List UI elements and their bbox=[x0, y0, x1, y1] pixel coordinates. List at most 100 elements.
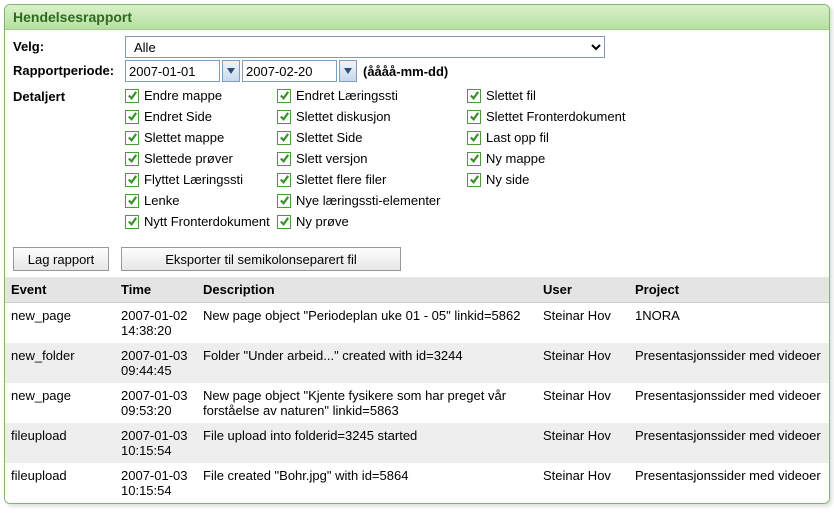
cell-time: 2007-01-02 14:38:20 bbox=[115, 303, 197, 344]
checkbox-label: Slettet Side bbox=[296, 130, 363, 145]
checkbox-label: Nytt Fronterdokument bbox=[144, 214, 270, 229]
checkbox-item[interactable]: Slettet diskusjon bbox=[277, 109, 467, 124]
checkbox-icon[interactable] bbox=[125, 173, 139, 187]
cell-user: Steinar Hov bbox=[537, 343, 629, 383]
checkbox-item[interactable]: Slettet Side bbox=[277, 130, 467, 145]
cell-user: Steinar Hov bbox=[537, 303, 629, 344]
th-event: Event bbox=[5, 277, 115, 303]
checkbox-label: Endret Læringssti bbox=[296, 88, 398, 103]
checkbox-label: Slettede prøver bbox=[144, 151, 233, 166]
checkbox-icon[interactable] bbox=[125, 215, 139, 229]
cell-event: fileupload bbox=[5, 423, 115, 463]
checkbox-icon[interactable] bbox=[277, 89, 291, 103]
checkbox-item[interactable]: Last opp fil bbox=[467, 130, 647, 145]
checkbox-item[interactable]: Slettet flere filer bbox=[277, 172, 467, 187]
checkbox-icon[interactable] bbox=[277, 110, 291, 124]
checkbox-item[interactable]: Ny side bbox=[467, 172, 647, 187]
button-row: Lag rapport Eksporter til semikolonsepar… bbox=[5, 237, 829, 277]
checkbox-label: Slettet mappe bbox=[144, 130, 224, 145]
detaljert-row: Detaljert Endre mappe Endret Side Slettet … bbox=[13, 86, 821, 229]
checkbox-label: Endre mappe bbox=[144, 88, 222, 103]
cell-event: fileupload bbox=[5, 463, 115, 503]
lag-rapport-button[interactable]: Lag rapport bbox=[13, 247, 109, 271]
th-project: Project bbox=[629, 277, 829, 303]
checkbox-label: Ny mappe bbox=[486, 151, 545, 166]
checkbox-item[interactable]: Nytt Fronterdokument bbox=[125, 214, 277, 229]
cell-description: Folder "Under arbeid..." created with id… bbox=[197, 343, 537, 383]
checkbox-item[interactable]: Flyttet Læringssti bbox=[125, 172, 277, 187]
checkbox-icon[interactable] bbox=[125, 152, 139, 166]
checkbox-icon[interactable] bbox=[125, 131, 139, 145]
cell-description: New page object "Kjente fysikere som har… bbox=[197, 383, 537, 423]
checkbox-icon[interactable] bbox=[277, 131, 291, 145]
checkbox-icon[interactable] bbox=[467, 152, 481, 166]
checkbox-item[interactable]: Lenke bbox=[125, 193, 277, 208]
cell-user: Steinar Hov bbox=[537, 423, 629, 463]
table-head: Event Time Description User Project bbox=[5, 277, 829, 303]
panel-title: Hendelsesrapport bbox=[5, 5, 829, 30]
checkbox-icon[interactable] bbox=[125, 89, 139, 103]
checkbox-icon[interactable] bbox=[467, 131, 481, 145]
velg-select[interactable]: Alle bbox=[125, 36, 605, 58]
checkbox-icon[interactable] bbox=[125, 110, 139, 124]
checkbox-icon[interactable] bbox=[277, 194, 291, 208]
checkbox-label: Flyttet Læringssti bbox=[144, 172, 243, 187]
checkbox-item[interactable]: Ny mappe bbox=[467, 151, 647, 166]
checkbox-col-3: Slettet fil Slettet Fronterdokument Last o… bbox=[467, 86, 647, 229]
cell-time: 2007-01-03 09:53:20 bbox=[115, 383, 197, 423]
cell-user: Steinar Hov bbox=[537, 463, 629, 503]
checkbox-item[interactable]: Slettet Fronterdokument bbox=[467, 109, 647, 124]
velg-row: Velg: Alle bbox=[13, 36, 821, 58]
th-user: User bbox=[537, 277, 629, 303]
checkbox-item[interactable]: Nye læringssti-elementer bbox=[277, 193, 467, 208]
checkbox-item[interactable]: Slettet fil bbox=[467, 88, 647, 103]
cell-project: Presentasjonssider med videoer bbox=[629, 383, 829, 423]
checkbox-icon[interactable] bbox=[467, 110, 481, 124]
detaljert-label: Detaljert bbox=[13, 86, 125, 104]
cell-user: Steinar Hov bbox=[537, 383, 629, 423]
checkbox-label: Ny side bbox=[486, 172, 529, 187]
cell-project: 1NORA bbox=[629, 303, 829, 344]
checkbox-label: Slettet Fronterdokument bbox=[486, 109, 625, 124]
checkbox-item[interactable]: Slettede prøver bbox=[125, 151, 277, 166]
cell-description: File upload into folderid=3245 started bbox=[197, 423, 537, 463]
date-to-input[interactable] bbox=[242, 60, 337, 82]
checkbox-item[interactable]: Slett versjon bbox=[277, 151, 467, 166]
cell-description: File created "Bohr.jpg" with id=5864 bbox=[197, 463, 537, 503]
checkbox-grid: Endre mappe Endret Side Slettet mappe Slett… bbox=[125, 86, 821, 229]
checkbox-label: Slettet flere filer bbox=[296, 172, 386, 187]
checkbox-item[interactable]: Endret Side bbox=[125, 109, 277, 124]
cell-project: Presentasjonssider med videoer bbox=[629, 423, 829, 463]
th-time: Time bbox=[115, 277, 197, 303]
date-from-dropdown-icon[interactable] bbox=[222, 60, 240, 82]
cell-event: new_folder bbox=[5, 343, 115, 383]
table-row: new_page2007-01-02 14:38:20New page obje… bbox=[5, 303, 829, 344]
date-from-input[interactable] bbox=[125, 60, 220, 82]
date-to-dropdown-icon[interactable] bbox=[339, 60, 357, 82]
checkbox-label: Ny prøve bbox=[296, 214, 349, 229]
checkbox-col-1: Endre mappe Endret Side Slettet mappe Slett… bbox=[125, 86, 277, 229]
cell-time: 2007-01-03 10:15:54 bbox=[115, 423, 197, 463]
checkbox-icon[interactable] bbox=[277, 215, 291, 229]
eksporter-button[interactable]: Eksporter til semikolonseparert fil bbox=[121, 247, 401, 271]
checkbox-item[interactable]: Endre mappe bbox=[125, 88, 277, 103]
checkbox-label: Slettet diskusjon bbox=[296, 109, 391, 124]
checkbox-item[interactable]: Ny prøve bbox=[277, 214, 467, 229]
table-row: new_folder2007-01-03 09:44:45Folder "Und… bbox=[5, 343, 829, 383]
checkbox-icon[interactable] bbox=[467, 173, 481, 187]
cell-event: new_page bbox=[5, 383, 115, 423]
checkbox-icon[interactable] bbox=[125, 194, 139, 208]
checkbox-icon[interactable] bbox=[467, 89, 481, 103]
velg-control: Alle bbox=[125, 36, 821, 58]
checkbox-icon[interactable] bbox=[277, 173, 291, 187]
checkbox-label: Nye læringssti-elementer bbox=[296, 193, 441, 208]
cell-project: Presentasjonssider med videoer bbox=[629, 343, 829, 383]
table-row: new_page2007-01-03 09:53:20New page obje… bbox=[5, 383, 829, 423]
th-description: Description bbox=[197, 277, 537, 303]
checkbox-icon[interactable] bbox=[277, 152, 291, 166]
cell-time: 2007-01-03 09:44:45 bbox=[115, 343, 197, 383]
results-table: Event Time Description User Project new_… bbox=[5, 277, 829, 503]
table-row: fileupload2007-01-03 10:15:54File upload… bbox=[5, 423, 829, 463]
checkbox-item[interactable]: Endret Læringssti bbox=[277, 88, 467, 103]
checkbox-item[interactable]: Slettet mappe bbox=[125, 130, 277, 145]
